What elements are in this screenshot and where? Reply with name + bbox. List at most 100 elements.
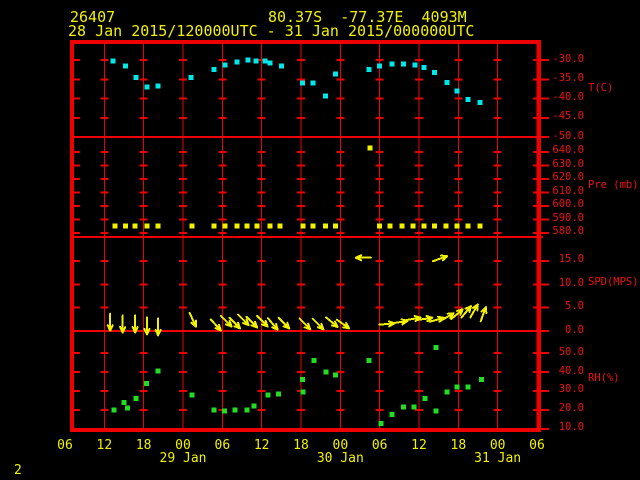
x-axis-label: 06 bbox=[371, 438, 388, 453]
data-point-temperature bbox=[412, 62, 418, 68]
wind-arrow bbox=[266, 317, 279, 331]
y-tick-label-temperature: -30.0 bbox=[552, 52, 584, 65]
x-axis-date-label: 30 Jan bbox=[316, 451, 364, 466]
y-axis-title-pressure: Pre (mb) bbox=[588, 179, 639, 191]
data-point-relative-humidity bbox=[124, 405, 130, 411]
data-point-pressure bbox=[267, 223, 273, 229]
data-point-relative-humidity bbox=[433, 344, 439, 350]
wind-arrow bbox=[460, 305, 473, 319]
data-point-pressure bbox=[377, 223, 383, 229]
data-point-relative-humidity bbox=[211, 407, 217, 413]
data-point-relative-humidity bbox=[189, 392, 195, 398]
x-axis-label: 06 bbox=[529, 438, 545, 453]
wind-arrow bbox=[119, 314, 127, 334]
x-axis-label: 12 bbox=[411, 438, 427, 453]
wind-arrow bbox=[143, 316, 151, 336]
x-axis-label: 18 bbox=[135, 438, 152, 453]
data-point-relative-humidity bbox=[366, 358, 372, 364]
data-point-temperature bbox=[262, 58, 268, 64]
data-point-relative-humidity bbox=[265, 392, 271, 398]
data-point-pressure bbox=[132, 223, 138, 229]
y-tick-label-temperature: -45.0 bbox=[552, 110, 584, 123]
data-point-temperature bbox=[278, 63, 284, 69]
data-point-relative-humidity bbox=[121, 399, 127, 405]
y-axis-title-wind-speed: SPD(MPS) bbox=[588, 276, 639, 288]
data-point-pressure bbox=[310, 223, 316, 229]
y-tick-label-relative-humidity: 50.0 bbox=[558, 345, 584, 358]
wind-arrow bbox=[209, 318, 222, 332]
data-point-relative-humidity bbox=[311, 358, 317, 364]
y-tick-label-pressure: 580.0 bbox=[552, 225, 584, 238]
data-point-temperature bbox=[477, 99, 483, 105]
y-tick-label-wind-speed: 5.0 bbox=[565, 300, 584, 313]
data-point-pressure bbox=[189, 223, 195, 229]
y-tick-label-pressure: 600.0 bbox=[552, 198, 584, 211]
data-point-pressure bbox=[234, 223, 240, 229]
y-axis-title-temperature: T(C) bbox=[588, 82, 614, 94]
data-point-pressure bbox=[367, 145, 373, 151]
data-point-relative-humidity bbox=[232, 407, 238, 413]
data-point-pressure bbox=[421, 223, 427, 229]
x-axis-label: 18 bbox=[293, 438, 309, 453]
data-point-relative-humidity bbox=[221, 408, 227, 414]
data-point-temperature bbox=[465, 97, 471, 103]
data-point-pressure bbox=[465, 223, 471, 229]
data-point-temperature bbox=[366, 67, 372, 73]
data-point-relative-humidity bbox=[244, 407, 250, 413]
y-tick-label-relative-humidity: 40.0 bbox=[558, 364, 584, 377]
wind-arrow bbox=[256, 314, 269, 328]
wind-arrow bbox=[131, 314, 139, 334]
data-point-relative-humidity bbox=[400, 404, 406, 410]
data-point-temperature bbox=[155, 83, 161, 89]
plot-area bbox=[70, 40, 549, 432]
data-point-relative-humidity bbox=[389, 412, 395, 418]
data-point-temperature bbox=[389, 61, 395, 67]
y-axis-title-relative-humidity: RH(%) bbox=[588, 372, 620, 384]
data-point-relative-humidity bbox=[299, 377, 305, 383]
data-point-relative-humidity bbox=[276, 391, 282, 397]
data-point-temperature bbox=[333, 71, 339, 77]
y-tick-label-wind-speed: 15.0 bbox=[558, 253, 584, 266]
data-point-pressure bbox=[454, 223, 460, 229]
wind-arrow bbox=[479, 306, 488, 323]
data-point-temperature bbox=[444, 79, 450, 85]
data-point-relative-humidity bbox=[143, 380, 149, 386]
data-point-pressure bbox=[322, 223, 328, 229]
data-point-pressure bbox=[144, 223, 150, 229]
x-axis-date-label: 31 Jan bbox=[474, 451, 522, 466]
y-tick-label-relative-humidity: 10.0 bbox=[558, 421, 584, 434]
data-point-temperature bbox=[188, 74, 194, 80]
y-tick-label-relative-humidity: 30.0 bbox=[558, 383, 584, 396]
data-point-pressure bbox=[155, 223, 161, 229]
data-point-relative-humidity bbox=[155, 368, 161, 374]
data-point-temperature bbox=[267, 60, 273, 66]
y-tick-label-wind-speed: 0.0 bbox=[565, 323, 584, 336]
data-point-temperature bbox=[421, 65, 427, 71]
y-tick-label-pressure: 630.0 bbox=[552, 157, 584, 170]
data-point-temperature bbox=[234, 59, 240, 65]
data-point-pressure bbox=[432, 223, 438, 229]
wind-arrow bbox=[154, 317, 162, 337]
x-axis-label: 06 bbox=[57, 438, 73, 453]
data-point-pressure bbox=[333, 223, 339, 229]
data-point-pressure bbox=[443, 223, 449, 229]
data-point-relative-humidity bbox=[433, 408, 439, 414]
x-axis-label: 06 bbox=[214, 438, 231, 453]
y-tick-label-pressure: 590.0 bbox=[552, 211, 584, 224]
wind-arrow bbox=[431, 254, 449, 263]
data-point-relative-humidity bbox=[300, 389, 306, 395]
data-point-temperature bbox=[432, 70, 438, 76]
data-point-temperature bbox=[400, 61, 406, 67]
data-point-temperature bbox=[377, 63, 383, 69]
wind-arrow bbox=[354, 254, 372, 262]
y-tick-label-pressure: 640.0 bbox=[552, 144, 584, 157]
grid bbox=[70, 40, 549, 432]
data-point-pressure bbox=[300, 223, 306, 229]
data-point-pressure bbox=[410, 223, 416, 229]
x-axis-label: 18 bbox=[450, 438, 467, 453]
data-point-relative-humidity bbox=[478, 377, 484, 383]
data-point-relative-humidity bbox=[422, 396, 428, 402]
y-tick-label-relative-humidity: 20.0 bbox=[558, 402, 584, 415]
data-point-relative-humidity bbox=[323, 369, 329, 375]
data-point-relative-humidity bbox=[465, 384, 471, 390]
